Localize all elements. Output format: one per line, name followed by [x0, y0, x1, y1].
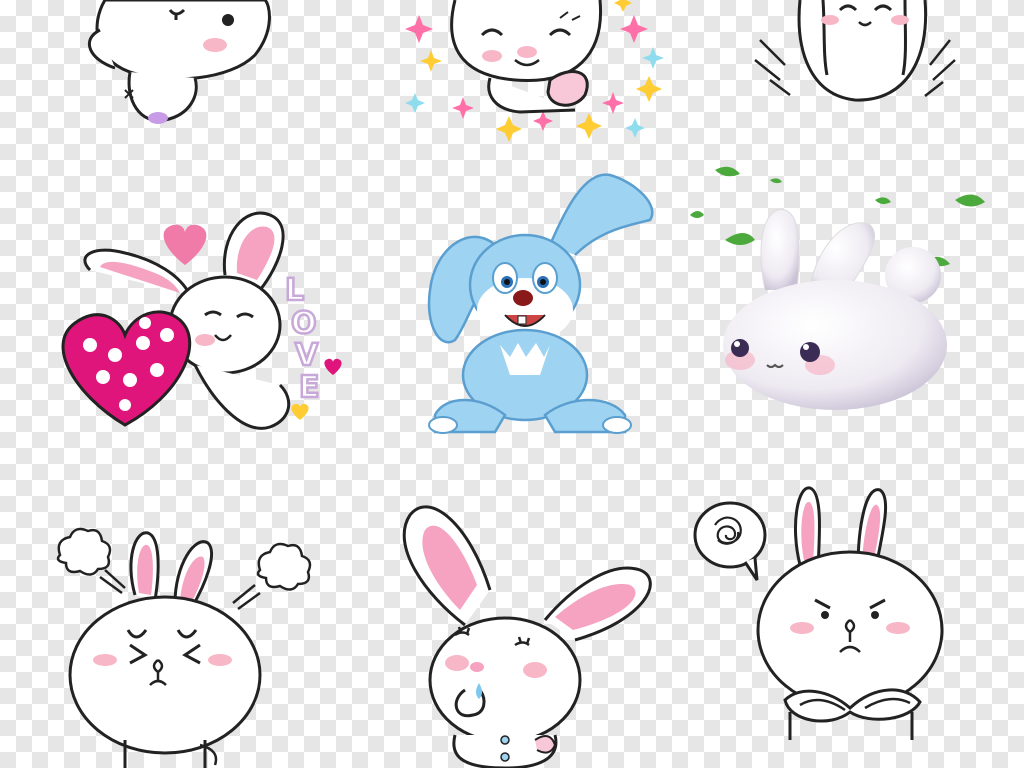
grumpy-arms-crossed-rabbit [690, 480, 950, 740]
love-letter-e: E [299, 370, 320, 405]
angry-steaming-rabbit [50, 525, 312, 768]
polka-dot-heart [61, 310, 192, 427]
tiny-heart-icon [324, 358, 342, 375]
rabbit-arms-up-cropped [754, 0, 956, 105]
smug-rabbit-sparkles [400, 0, 670, 150]
love-letter-l: L [285, 273, 304, 308]
small-heart-icon [163, 224, 207, 265]
love-letter-v: V [295, 338, 319, 373]
tiny-heart-icon [291, 403, 309, 420]
scribble-speech-bubble-icon [693, 501, 767, 581]
rabbit-hugging-polka-heart: L O V E [55, 205, 355, 445]
steam-puff-icon [256, 542, 312, 591]
love-letter-o: O [291, 306, 317, 341]
fluffy-3d-rabbit-leaves [685, 160, 995, 420]
steam-puff-icon [56, 527, 112, 576]
blue-cartoon-rabbit [425, 170, 660, 440]
drooling-thinking-rabbit [395, 495, 660, 768]
sleepy-rabbit-top-left [70, 0, 280, 135]
love-letters: L O V E [284, 272, 321, 407]
